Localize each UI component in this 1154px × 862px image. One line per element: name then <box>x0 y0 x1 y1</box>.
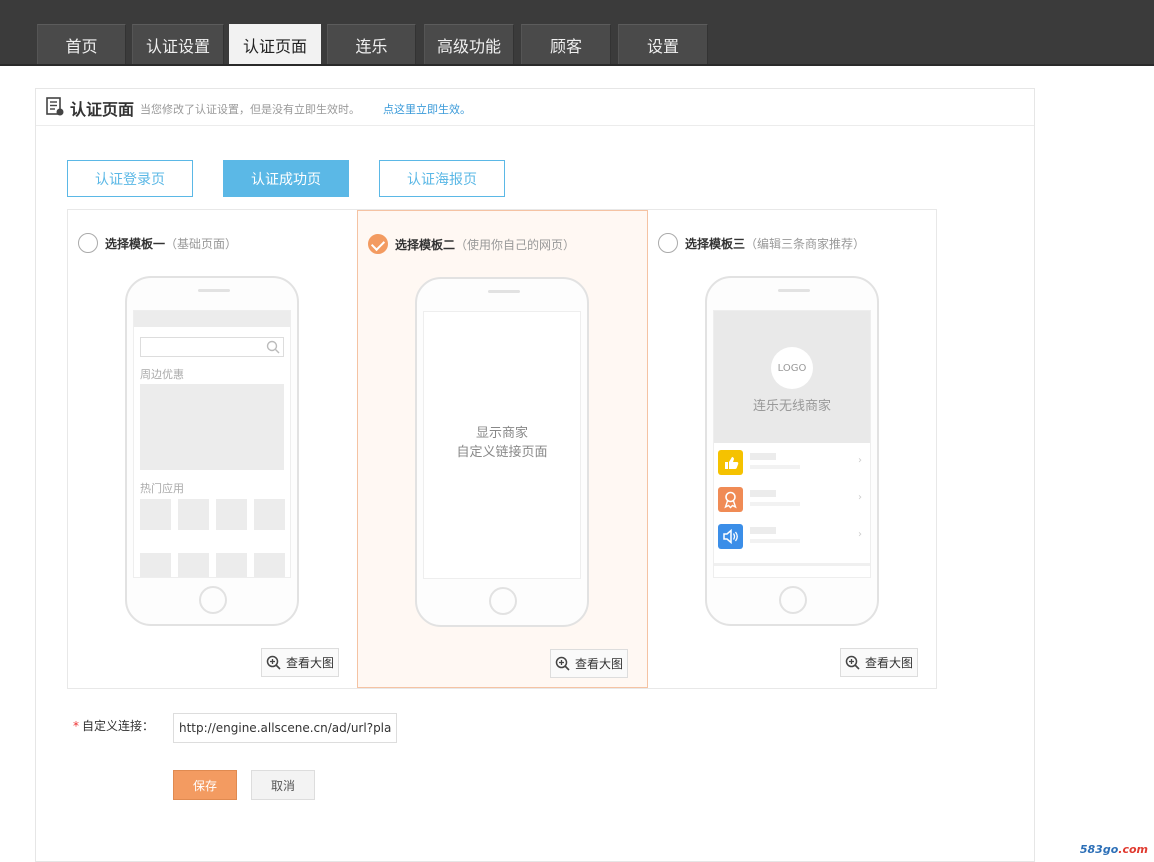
custom-link-placeholder: 显示商家 自定义链接页面 <box>424 424 580 462</box>
list-text-placeholder <box>750 490 776 497</box>
phone-screen: 周边优惠 热门应用 <box>133 310 291 578</box>
custom-link-input[interactable] <box>173 713 397 743</box>
phone-home-button <box>489 587 517 615</box>
auth-page-panel: 认证页面 当您修改了认证设置，但是没有立即生效时。 点这里立即生效。 认证登录页… <box>35 88 1035 862</box>
template-3-zoom-button[interactable]: 查看大图 <box>840 648 918 677</box>
cancel-button[interactable]: 取消 <box>251 770 315 800</box>
tab-advanced[interactable]: 高级功能 <box>424 24 514 64</box>
list-text-placeholder <box>750 539 800 543</box>
template-2-title-text: 选择模板二 <box>395 238 456 252</box>
list-text-placeholder <box>750 502 800 506</box>
apply-now-link[interactable]: 点这里立即生效。 <box>383 101 471 117</box>
custom-link-line-1: 显示商家 <box>475 426 528 441</box>
template-1-zoom-button[interactable]: 查看大图 <box>261 648 339 677</box>
chevron-right-icon: › <box>858 529 862 540</box>
chevron-right-icon: › <box>858 455 862 466</box>
screen-section-nearby: 周边优惠 <box>140 368 184 381</box>
phone-screen: 显示商家 自定义链接页面 <box>423 311 581 579</box>
template-2-subtitle: （使用你自己的网页） <box>455 238 576 252</box>
template-2-phone-preview: 显示商家 自定义链接页面 <box>415 277 589 627</box>
template-3-subtitle: （编辑三条商家推荐） <box>745 237 866 251</box>
template-3-title: 选择模板三（编辑三条商家推荐） <box>685 235 865 252</box>
subtab-login-page[interactable]: 认证登录页 <box>67 160 193 197</box>
app-placeholder <box>216 553 247 577</box>
speaker-icon <box>718 524 743 549</box>
tab-auth-page[interactable]: 认证页面 <box>229 24 321 64</box>
screen-header-bar <box>134 311 290 327</box>
phone-home-button <box>779 586 807 614</box>
subtab-success-page[interactable]: 认证成功页 <box>223 160 349 197</box>
search-icon <box>266 340 280 354</box>
phone-speaker <box>488 290 520 293</box>
site-watermark: 583go.com <box>1080 843 1148 856</box>
template-1-title: 选择模板一（基础页面） <box>105 235 237 252</box>
merchant-banner: LOGO 连乐无线商家 <box>714 311 870 443</box>
zoom-label: 查看大图 <box>864 656 913 670</box>
merchant-logo: LOGO <box>771 347 813 389</box>
list-divider <box>714 563 870 566</box>
app-placeholder <box>254 499 285 530</box>
thumbs-up-icon <box>718 450 743 475</box>
list-text-placeholder <box>750 465 800 469</box>
document-icon <box>46 97 64 116</box>
list-text-placeholder <box>750 453 776 460</box>
zoom-label: 查看大图 <box>285 656 334 670</box>
screen-banner-placeholder <box>140 384 284 470</box>
app-placeholder <box>254 553 285 577</box>
chevron-right-icon: › <box>858 492 862 503</box>
zoom-in-icon <box>555 656 570 671</box>
template-3-radio[interactable] <box>658 233 678 253</box>
app-placeholder <box>140 553 171 577</box>
template-1-subtitle: （基础页面） <box>165 237 238 251</box>
tab-customers[interactable]: 顾客 <box>521 24 611 64</box>
template-option-3[interactable]: 选择模板三（编辑三条商家推荐） LOGO 连乐无线商家 › › › 查看大图 <box>648 210 936 688</box>
app-placeholder <box>178 499 209 530</box>
zoom-in-icon <box>845 655 860 670</box>
required-mark: * <box>73 719 79 733</box>
custom-link-label-text: 自定义连接： <box>82 719 155 733</box>
template-2-zoom-button[interactable]: 查看大图 <box>550 649 628 678</box>
phone-speaker <box>778 289 810 292</box>
panel-header: 认证页面 当您修改了认证设置，但是没有立即生效时。 点这里立即生效。 <box>36 89 1034 126</box>
top-nav-bar: 首页 认证设置 认证页面 连乐 高级功能 顾客 设置 <box>0 0 1154 66</box>
save-button[interactable]: 保存 <box>173 770 237 800</box>
tab-settings[interactable]: 设置 <box>618 24 708 64</box>
merchant-caption: 连乐无线商家 <box>752 399 831 414</box>
template-option-2[interactable]: 选择模板二（使用你自己的网页） 显示商家 自定义链接页面 查看大图 <box>357 210 648 688</box>
app-placeholder <box>178 553 209 577</box>
template-1-radio[interactable] <box>78 233 98 253</box>
pending-changes-note: 当您修改了认证设置，但是没有立即生效时。 <box>140 103 360 116</box>
template-1-title-text: 选择模板一 <box>105 237 166 251</box>
app-placeholder <box>140 499 171 530</box>
template-3-title-text: 选择模板三 <box>685 237 746 251</box>
watermark-part-1: 583go <box>1079 843 1119 856</box>
custom-link-label: * 自定义连接： <box>73 717 154 734</box>
template-option-1[interactable]: 选择模板一（基础页面） 周边优惠 热门应用 查看大图 <box>68 210 358 688</box>
custom-link-line-2: 自定义链接页面 <box>456 445 548 460</box>
template-3-phone-preview: LOGO 连乐无线商家 › › › <box>705 276 879 626</box>
template-2-radio[interactable] <box>368 234 388 254</box>
zoom-label: 查看大图 <box>574 657 623 671</box>
phone-screen: LOGO 连乐无线商家 › › › <box>713 310 871 578</box>
phone-home-button <box>199 586 227 614</box>
template-selector: 选择模板一（基础页面） 周边优惠 热门应用 查看大图 选择模板二（使用你自己的网… <box>67 209 937 689</box>
tab-lianle[interactable]: 连乐 <box>327 24 416 64</box>
zoom-in-icon <box>266 655 281 670</box>
screen-search-box <box>140 337 284 357</box>
template-2-title: 选择模板二（使用你自己的网页） <box>395 236 575 253</box>
watermark-part-2: .com <box>1118 843 1148 856</box>
template-1-phone-preview: 周边优惠 热门应用 <box>125 276 299 626</box>
app-placeholder <box>216 499 247 530</box>
phone-speaker <box>198 289 230 292</box>
tab-home[interactable]: 首页 <box>37 24 126 64</box>
list-text-placeholder <box>750 527 776 534</box>
tab-auth-settings[interactable]: 认证设置 <box>132 24 224 64</box>
award-icon <box>718 487 743 512</box>
screen-section-apps: 热门应用 <box>140 482 184 495</box>
subtab-poster-page[interactable]: 认证海报页 <box>379 160 505 197</box>
page-title: 认证页面 <box>70 100 135 119</box>
